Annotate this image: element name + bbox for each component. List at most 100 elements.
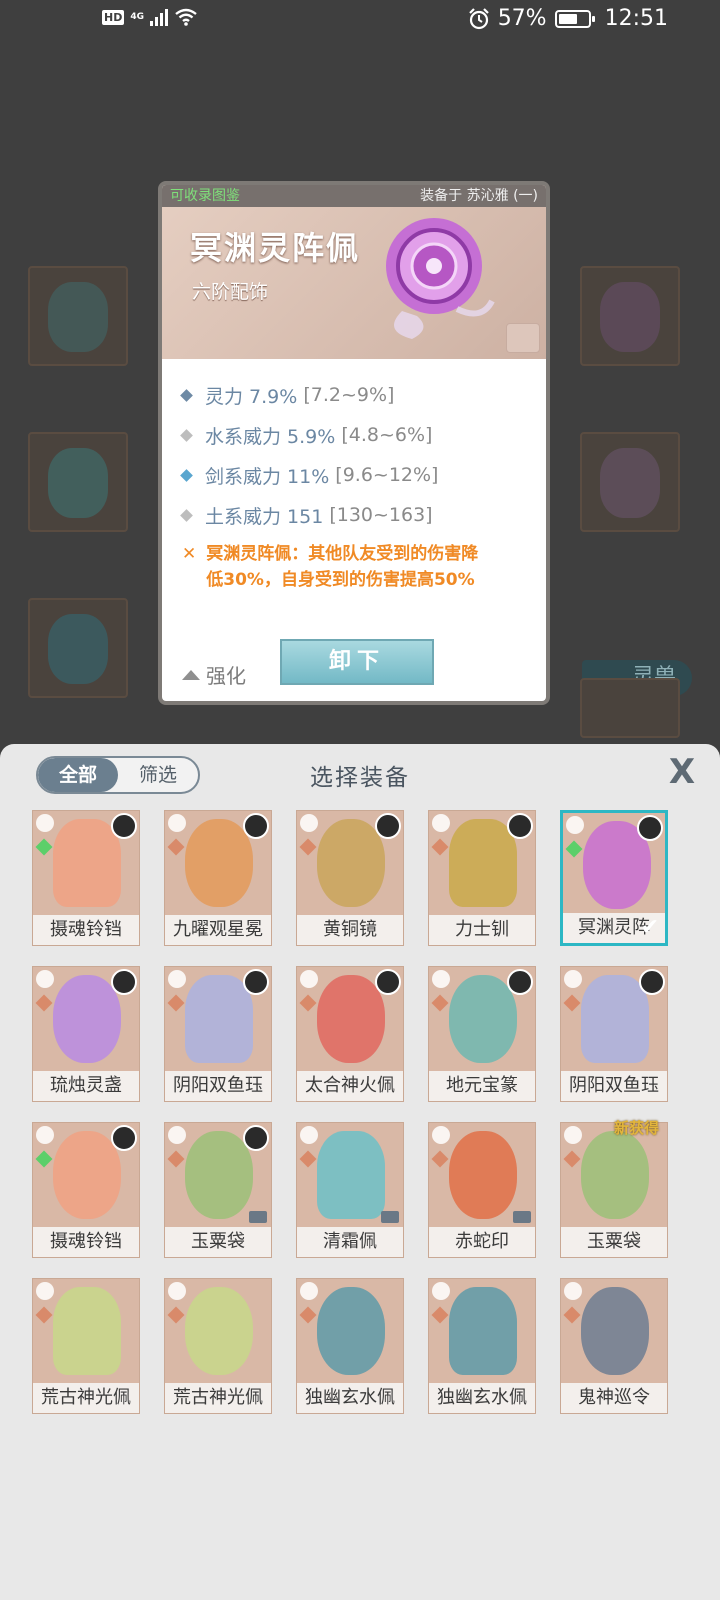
equipment-name: 阴阳双鱼珏 [561,1071,667,1101]
equipment-card[interactable]: 摄魂铃铛 [32,810,140,946]
upgrade-button[interactable]: 强化 [182,660,246,689]
equipment-art-icon [185,819,253,907]
element-icon [167,994,185,1012]
stats-list: 灵力 7.9% [7.2~9%] 水系威力 5.9% [4.8~6%] 剑系威力… [162,359,546,593]
equipment-art-icon [53,819,121,907]
equipment-name: 摄魂铃铛 [33,915,139,945]
battery-percent: 57% [497,6,547,31]
bg-equip-slot [28,266,128,366]
diamond-icon [180,468,193,482]
close-icon[interactable]: X [664,754,700,790]
owner-avatar [507,813,533,839]
equipment-art-icon [53,1131,121,1219]
accessory-type-icon [432,1126,450,1144]
equipment-name: 九曜观星冕 [165,915,271,945]
accessory-type-icon [36,1282,54,1300]
accessory-type-icon [300,1282,318,1300]
bg-equip-slot [580,432,680,532]
accessory-type-icon [300,814,318,832]
element-icon [35,838,53,856]
element-icon [563,1150,581,1168]
equipment-select-panel: 全部 筛选 选择装备 X 摄魂铃铛 九曜观星冕 黄铜镜 力士钏 冥渊灵阵 ✔ 琉烛灵盏 阴阳双… [0,744,720,1600]
equipment-art-icon [581,1287,649,1375]
equipment-card[interactable]: 摄魂铃铛 [32,1122,140,1258]
stat-range: [7.2~9%] [303,384,395,406]
equipment-name: 独幽玄水佩 [429,1383,535,1413]
stat-label: 土系威力 151 [205,505,324,528]
equipment-card[interactable]: 独幽玄水佩 [296,1278,404,1414]
equipment-name: 赤蛇印 [429,1227,535,1257]
equipment-name: 琉烛灵盏 [33,1071,139,1101]
equipment-card[interactable]: 冥渊灵阵 ✔ [560,810,668,946]
clock: 12:51 [604,6,668,31]
new-badge: 新获得 [613,1119,659,1137]
accessory-type-icon [564,1126,582,1144]
equipment-card[interactable]: 独幽玄水佩 [428,1278,536,1414]
detail-header: 可收录图鉴 装备于 苏沁雅 (一) 冥渊灵阵佩 六阶配饰 [162,185,546,359]
alarm-icon [468,7,489,29]
equipment-name: 黄铜镜 [297,915,403,945]
equipment-name: 阴阳双鱼珏 [165,1071,271,1101]
accessory-type-icon [300,970,318,988]
accessory-type-icon [168,1126,186,1144]
equipment-card[interactable]: 荒古神光佩 [32,1278,140,1414]
equipment-card[interactable]: 阴阳双鱼珏 [560,966,668,1102]
equipment-art-icon [449,819,517,907]
owner-avatar [639,969,665,995]
equipment-card[interactable]: 荒古神光佩 [164,1278,272,1414]
owner-avatar [111,1125,137,1151]
equipment-card[interactable]: 新获得 玉粟袋 [560,1119,668,1258]
owner-avatar [111,969,137,995]
stat-row: 水系威力 5.9% [4.8~6%] [180,415,546,455]
element-icon [167,838,185,856]
pendant-art-icon [386,218,495,339]
upgrade-arrow-icon [182,669,200,680]
equipment-card[interactable]: 力士钏 [428,810,536,946]
equipment-card[interactable]: 阴阳双鱼珏 [164,966,272,1102]
owner-avatar [375,813,401,839]
equipment-name: 独幽玄水佩 [297,1383,403,1413]
unequip-button[interactable]: 卸下 [280,639,434,685]
accessory-type-icon [168,1282,186,1300]
equipment-name: 力士钏 [429,915,535,945]
effect-text-line: 冥渊灵阵佩：其他队友受到的伤害降 [206,544,479,564]
equipment-name: 玉粟袋 [165,1227,271,1257]
equipment-card[interactable]: 鬼神巡令 [560,1278,668,1414]
equipment-art-icon [317,975,385,1063]
stat-label: 灵力 7.9% [205,385,298,408]
owner-avatar [243,969,269,995]
equipment-detail-card: 可收录图鉴 装备于 苏沁雅 (一) 冥渊灵阵佩 六阶配饰 灵力 7.9% [7.… [158,181,550,705]
equipment-name: 太合神火佩 [297,1071,403,1101]
equipment-art-icon [53,975,121,1063]
network-type: 4G [130,11,144,22]
accessory-type-icon [36,970,54,988]
equipment-card[interactable]: 太合神火佩 [296,966,404,1102]
wifi-icon [175,8,197,26]
element-icon [35,994,53,1012]
equipment-card[interactable]: 玉粟袋 [164,1122,272,1258]
equipment-card[interactable]: 地元宝篆 [428,966,536,1102]
panel-title: 选择装备 [310,765,410,791]
stat-range: [130~163] [329,504,433,526]
signal-icon [150,8,168,26]
element-icon [167,1150,185,1168]
equipment-card[interactable]: 黄铜镜 [296,810,404,946]
accessory-type-icon [564,970,582,988]
element-icon [167,1306,185,1324]
equipment-card[interactable]: 琉烛灵盏 [32,966,140,1102]
lock-icon[interactable] [506,323,540,353]
equipment-card[interactable]: 赤蛇印 [428,1122,536,1258]
equipment-art-icon [581,1131,649,1219]
accessory-type-icon [564,1282,582,1300]
equipment-card[interactable]: 九曜观星冕 [164,810,272,946]
equipment-name: 摄魂铃铛 [33,1227,139,1257]
status-bar: HD 4G 57% 12:51 [0,0,720,42]
owner-avatar [243,1125,269,1151]
owner-avatar [375,969,401,995]
lock-icon [381,1211,399,1223]
element-icon [35,1150,53,1168]
bg-equip-slot [28,598,128,698]
accessory-type-icon [168,970,186,988]
equipment-card[interactable]: 清霜佩 [296,1122,404,1258]
equipment-name: 荒古神光佩 [33,1383,139,1413]
